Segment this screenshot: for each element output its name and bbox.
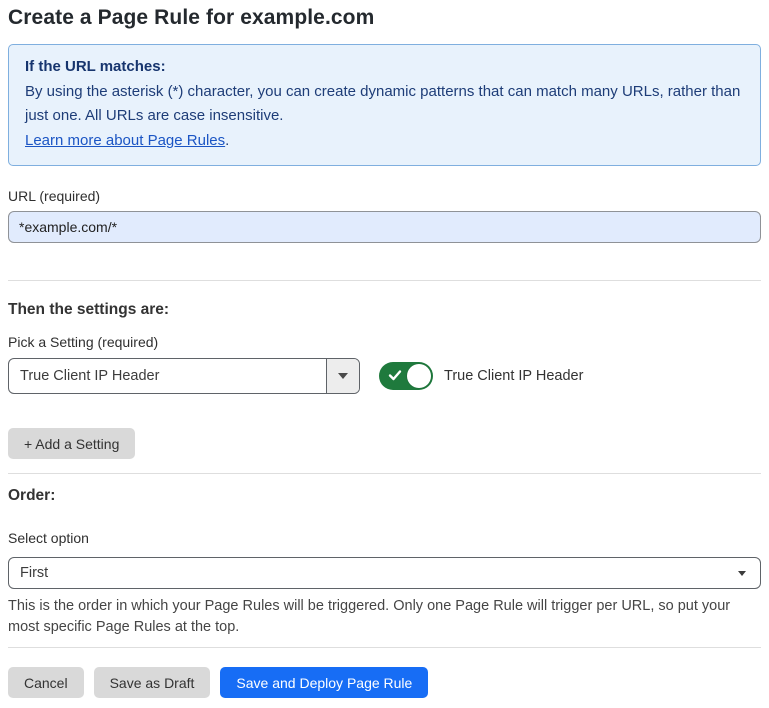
settings-section-heading: Then the settings are:	[8, 301, 761, 319]
footer-actions: Cancel Save as Draft Save and Deploy Pag…	[8, 667, 761, 698]
setting-row: True Client IP Header True Client IP Hea…	[8, 358, 761, 394]
order-help-text: This is the order in which your Page Rul…	[8, 596, 761, 638]
order-select-label: Select option	[8, 530, 761, 546]
info-box-link-line: Learn more about Page Rules.	[25, 129, 744, 154]
info-box-heading: If the URL matches:	[25, 55, 744, 80]
info-box-body: By using the asterisk (*) character, you…	[25, 80, 744, 129]
learn-more-link[interactable]: Learn more about Page Rules	[25, 132, 225, 149]
toggle-knob	[407, 364, 431, 388]
order-select[interactable]: First	[8, 557, 761, 589]
order-section-heading: Order:	[8, 487, 761, 505]
check-icon	[388, 368, 402, 382]
divider	[8, 280, 761, 281]
url-match-info-box: If the URL matches: By using the asteris…	[8, 44, 761, 166]
page-title: Create a Page Rule for example.com	[8, 6, 761, 30]
divider	[8, 647, 761, 648]
setting-select-label: Pick a Setting (required)	[8, 334, 761, 350]
url-field-label: URL (required)	[8, 188, 761, 204]
save-and-deploy-button[interactable]: Save and Deploy Page Rule	[220, 667, 428, 698]
save-as-draft-button[interactable]: Save as Draft	[94, 667, 211, 698]
chevron-down-icon	[326, 359, 359, 393]
setting-select[interactable]: True Client IP Header	[8, 358, 360, 394]
link-period: .	[225, 132, 229, 149]
toggle-label: True Client IP Header	[444, 368, 583, 384]
cancel-button[interactable]: Cancel	[8, 667, 84, 698]
true-client-ip-toggle[interactable]	[379, 362, 433, 390]
chevron-down-icon	[738, 571, 746, 576]
url-input[interactable]	[8, 211, 761, 243]
order-select-value: First	[20, 565, 738, 581]
add-setting-button[interactable]: + Add a Setting	[8, 428, 135, 459]
setting-select-value: True Client IP Header	[9, 359, 326, 393]
divider	[8, 473, 761, 474]
